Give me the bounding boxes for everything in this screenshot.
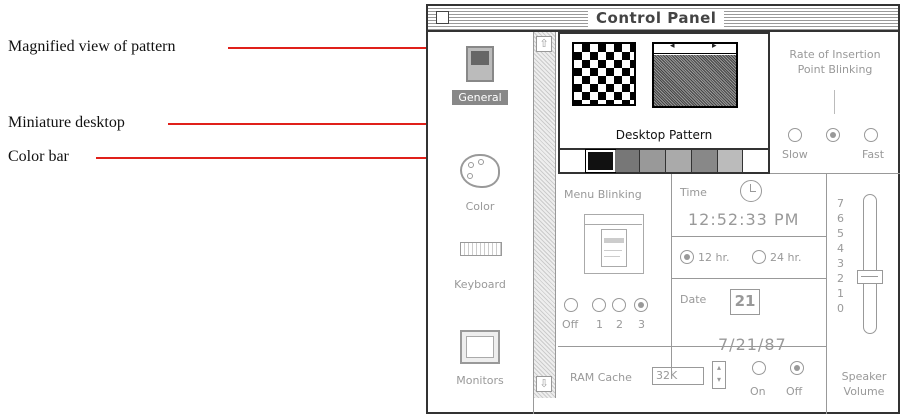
blink-rate-title-1: Rate of Insertion <box>789 48 881 61</box>
menu-icon <box>584 214 644 274</box>
miniature-desktop[interactable]: ◂ ▸ <box>652 41 738 108</box>
callout-colorbar-label: Color bar <box>8 148 69 165</box>
calendar-icon: 21 <box>730 289 760 315</box>
pattern-label: Desktop Pattern <box>615 128 713 142</box>
monitor-icon <box>460 330 500 364</box>
menu-blink-2-radio[interactable] <box>612 298 626 312</box>
blink-fast-radio[interactable] <box>864 128 878 142</box>
insertion-point-icon <box>834 90 835 114</box>
mini-menubar: ◂ ▸ <box>654 41 736 54</box>
speaker-label-1: Speaker <box>841 370 887 383</box>
menu-blink-off-label: Off <box>562 318 579 331</box>
left-arrow-icon[interactable]: ◂ <box>670 41 675 51</box>
ram-cache-panel: RAM Cache 32K ▴ ▾ On Off <box>558 346 826 414</box>
sidebar-item-label: General <box>452 90 508 105</box>
menu-blink-1-label: 1 <box>596 318 603 331</box>
ram-cache-stepper[interactable]: ▴ ▾ <box>712 361 726 389</box>
callout-desktop-label: Miniature desktop <box>8 114 125 131</box>
time-panel: Time 12:52:33 PM 12 hr. 24 hr. <box>672 174 826 278</box>
sidebar-item-keyboard[interactable]: Keyboard <box>442 238 518 292</box>
menu-blinking-title: Menu Blinking <box>564 188 642 201</box>
volume-tick: 3 <box>837 257 844 270</box>
sidebar-scrollbar[interactable]: ⇧ ⇩ <box>534 32 556 398</box>
clock-icon <box>740 180 762 202</box>
right-arrow-icon[interactable]: ▸ <box>712 41 717 51</box>
sidebar-item-color[interactable]: Color <box>442 154 518 220</box>
blink-slow-radio[interactable] <box>788 128 802 142</box>
menu-blink-off-radio[interactable] <box>564 298 578 312</box>
volume-tick: 4 <box>837 242 844 255</box>
menu-blink-1-radio[interactable] <box>592 298 606 312</box>
scroll-down-arrow-icon[interactable]: ⇩ <box>536 376 552 392</box>
menu-blink-2-label: 2 <box>616 318 623 331</box>
sidebar-item-label: Monitors <box>456 374 504 387</box>
time-12hr-radio[interactable] <box>680 250 694 264</box>
sidebar: General Color Keyboard Monitors <box>428 32 534 414</box>
sidebar-item-monitors[interactable]: Monitors <box>442 330 518 392</box>
scroll-up-arrow-icon[interactable]: ⇧ <box>536 36 552 52</box>
menu-blink-3-label: 3 <box>638 318 645 331</box>
blink-medium-radio[interactable] <box>826 128 840 142</box>
magnified-pattern[interactable] <box>572 42 636 106</box>
sidebar-item-label: Keyboard <box>454 278 506 291</box>
sidebar-item-general[interactable]: General <box>442 46 518 116</box>
ram-cache-field[interactable]: 32K <box>652 367 704 385</box>
control-panel-window: Control Panel General Color Keyboard Mon… <box>426 4 900 414</box>
desktop-pattern-panel: ◂ ▸ Desktop Pattern <box>558 32 770 174</box>
blink-slow-label: Slow <box>782 148 808 161</box>
mac-computer-icon <box>466 46 494 82</box>
menu-blink-3-radio[interactable] <box>634 298 648 312</box>
mini-desktop-fill <box>654 55 736 106</box>
window-title: Control Panel <box>588 9 725 27</box>
ram-cache-off-label: Off <box>786 385 803 398</box>
sidebar-item-label: Color <box>465 200 495 213</box>
title-bar[interactable]: Control Panel <box>428 6 898 32</box>
close-box[interactable] <box>436 11 449 24</box>
volume-tick: 1 <box>837 287 844 300</box>
time-12hr-label: 12 hr. <box>698 251 730 264</box>
volume-slider-thumb[interactable] <box>857 270 883 284</box>
blink-rate-title-2: Point Blinking <box>797 63 873 76</box>
speaker-label-2: Volume <box>843 385 885 398</box>
time-value[interactable]: 12:52:33 PM <box>688 210 799 229</box>
blink-rate-panel: Rate of Insertion Point Blinking Slow Fa… <box>770 32 900 174</box>
time-label: Time <box>680 186 707 199</box>
calendar-icon-day: 21 <box>734 292 756 310</box>
time-24hr-label: 24 hr. <box>770 251 802 264</box>
ram-cache-label: RAM Cache <box>570 371 632 384</box>
keyboard-icon <box>460 242 502 256</box>
volume-tick-labels: 7 6 5 4 3 2 1 0 <box>837 196 853 316</box>
palette-icon <box>460 154 500 188</box>
volume-tick: 7 <box>837 197 844 210</box>
date-label: Date <box>680 293 707 306</box>
blink-fast-label: Fast <box>862 148 885 161</box>
ram-cache-on-label: On <box>750 385 766 398</box>
color-bar[interactable] <box>560 148 768 173</box>
speaker-volume-panel: 7 6 5 4 3 2 1 0 Speaker Volume <box>826 174 900 414</box>
volume-tick: 5 <box>837 227 844 240</box>
volume-tick: 0 <box>837 302 844 315</box>
ram-cache-on-radio[interactable] <box>752 361 766 375</box>
volume-tick: 6 <box>837 212 844 225</box>
time-24hr-radio[interactable] <box>752 250 766 264</box>
volume-tick: 2 <box>837 272 844 285</box>
ram-cache-off-radio[interactable] <box>790 361 804 375</box>
volume-slider-track[interactable] <box>863 194 877 334</box>
callout-pattern-label: Magnified view of pattern <box>8 38 176 55</box>
